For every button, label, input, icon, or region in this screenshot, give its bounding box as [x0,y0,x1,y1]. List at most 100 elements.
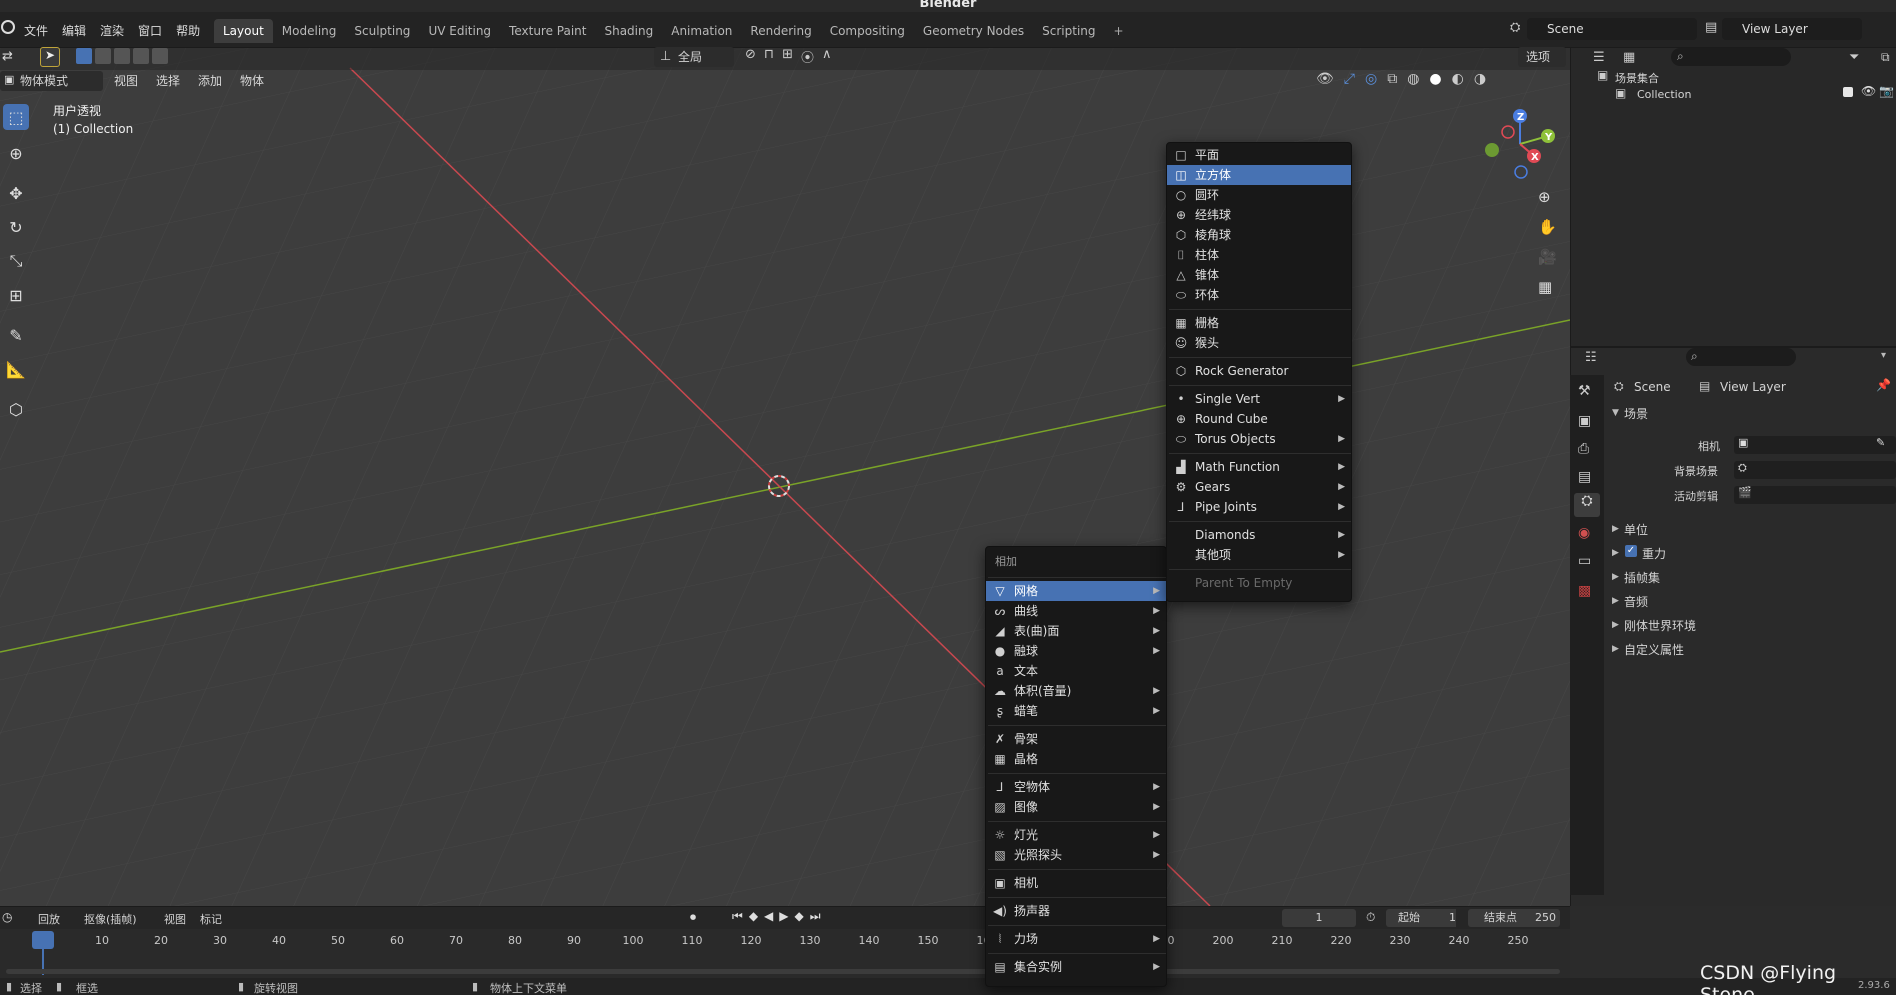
editor-type-icon[interactable]: ⇄ [2,49,26,67]
filter-icon[interactable]: ⏷ [1849,50,1859,65]
menu-item-speaker[interactable]: ◀) 扬声器 [986,901,1166,921]
mesh-item-torus-objects[interactable]: ⬭ Torus Objects ▶ [1167,429,1351,449]
panel-gravity[interactable]: 重力 [1642,545,1666,562]
section-scene-header[interactable]: 场景 [1624,405,1648,422]
active-clip-field[interactable] [1734,486,1896,504]
mesh-item-uv-sphere[interactable]: ⊕ 经纬球 [1167,205,1351,225]
properties-options-icon[interactable]: ▾ [1881,350,1886,361]
tab-modeling[interactable]: Modeling [273,19,346,43]
menu-item-light-probe[interactable]: ▧ 光照探头 ▶ [986,845,1166,865]
marker-menu[interactable]: 标记 [200,911,222,927]
view-layer-selector[interactable]: View Layer [1722,18,1862,40]
menu-object[interactable]: 物体 [240,71,264,91]
menu-file[interactable]: 文件 [24,22,48,39]
preview-range-icon[interactable]: ⏱ [1366,910,1375,925]
snap-target-icon[interactable]: ⊞ [782,47,793,66]
menu-item-volume[interactable]: ☁ 体积(音量) ▶ [986,681,1166,701]
scene-tab-icon[interactable]: ⛭ [1574,493,1600,517]
select-new-icon[interactable] [76,48,92,64]
menu-item-force-field[interactable]: ⦚ 力场 ▶ [986,929,1166,949]
world-tab-icon[interactable]: ◉ [1578,525,1590,541]
mesh-item-round-cube[interactable]: ⊕ Round Cube [1167,409,1351,429]
falloff-icon[interactable]: ∧ [822,47,832,66]
visibility-eye-icon[interactable]: 👁 [1861,84,1876,98]
solid-shading-icon[interactable]: ● [1429,71,1441,87]
jump-end-icon[interactable]: ⏭ [810,909,821,924]
menu-view[interactable]: 视图 [114,71,138,91]
camera-field[interactable] [1734,436,1896,454]
mesh-item-rock-generator[interactable]: ⬡ Rock Generator [1167,361,1351,381]
rigid-body-expand-icon[interactable]: ▶ [1612,620,1619,630]
mesh-item-gears[interactable]: ⚙ Gears ▶ [1167,477,1351,497]
select-box-tool-icon[interactable]: ⬚ [3,104,29,130]
timeline-editor-icon[interactable]: ◷ [2,910,12,924]
options-dropdown[interactable]: 选项 [1518,47,1566,67]
camera-view-icon[interactable]: 🎥 [1538,248,1557,266]
pan-hand-icon[interactable]: ✋ [1538,218,1557,236]
gravity-checkbox[interactable]: ✓ [1625,545,1637,557]
menu-item-lattice[interactable]: ▦ 晶格 [986,749,1166,769]
menu-item-mesh[interactable]: ▽ 网格 ▶ [986,581,1166,601]
menu-item-light[interactable]: ☼ 灯光 ▶ [986,825,1166,845]
tab-compositing[interactable]: Compositing [821,19,914,43]
proportional-edit-icon[interactable]: ⦿ [801,47,814,66]
collection-tab-icon[interactable]: ▭ [1578,553,1591,569]
menu-help[interactable]: 帮助 [176,22,200,39]
mesh-item-cone[interactable]: △ 锥体 [1167,265,1351,285]
timeline-scrollbar[interactable] [6,969,1560,974]
mesh-item-diamonds[interactable]: Diamonds ▶ [1167,525,1351,545]
menu-item-empty[interactable]: ⅃ 空物体 ▶ [986,777,1166,797]
properties-search-input[interactable] [1686,348,1796,366]
menu-item-text[interactable]: a 文本 [986,661,1166,681]
render-camera-icon[interactable]: 📷 [1879,84,1894,98]
mesh-item-grid[interactable]: ▦ 栅格 [1167,313,1351,333]
render-tab-icon[interactable]: ▣ [1578,413,1591,429]
zoom-icon[interactable]: ⊕ [1538,188,1557,206]
view-layer-tab-icon[interactable]: ▤ [1578,469,1591,485]
menu-item-curve[interactable]: ᔕ 曲线 ▶ [986,601,1166,621]
scene-selector[interactable]: Scene [1527,18,1697,40]
menu-window[interactable]: 窗口 [138,22,162,39]
tab-uv-editing[interactable]: UV Editing [419,19,500,43]
menu-edit[interactable]: 编辑 [62,22,86,39]
select-invert-icon[interactable] [133,48,149,64]
record-icon[interactable]: ⏺ [690,910,696,925]
units-expand-icon[interactable]: ▶ [1612,524,1619,534]
select-cursor-icon[interactable]: ➤ [40,47,60,67]
tab-layout[interactable]: Layout [214,19,273,43]
outliner-search-input[interactable] [1671,48,1791,66]
playhead[interactable] [32,931,54,949]
move-tool-icon[interactable]: ✥ [3,180,29,206]
transform-tool-icon[interactable]: ⊞ [3,282,29,308]
mesh-item-pipe-joints[interactable]: ⅃ Pipe Joints ▶ [1167,497,1351,517]
tool-tab-icon[interactable]: ⚒ [1578,383,1591,399]
select-extend-icon[interactable] [95,48,111,64]
tab-shading[interactable]: Shading [595,19,662,43]
texture-tab-icon[interactable]: ▩ [1578,583,1591,599]
output-tab-icon[interactable]: ⎙ [1578,441,1589,457]
collection-label[interactable]: Collection [1637,88,1691,101]
menu-item-collection-instance[interactable]: ▤ 集合实例 ▶ [986,957,1166,977]
menu-select[interactable]: 选择 [156,71,180,91]
new-collection-icon[interactable]: ⧉ [1881,50,1890,65]
mesh-item-monkey[interactable]: ☺ 猴头 [1167,333,1351,353]
panel-keying-sets[interactable]: 插帧集 [1624,569,1660,586]
panel-audio[interactable]: 音频 [1624,593,1648,610]
menu-item-grease-pencil[interactable]: ʂ 蜡笔 ▶ [986,701,1166,721]
navigation-gizmo[interactable]: Z Y X [1478,104,1568,184]
keying-menu[interactable]: 抠像(插帧) [84,911,137,927]
select-intersect-icon[interactable] [152,48,168,64]
tab-animation[interactable]: Animation [662,19,741,43]
properties-editor-icon[interactable]: ☷ [1585,350,1597,365]
tab-sculpting[interactable]: Sculpting [345,19,419,43]
gizmo-toggle-icon[interactable]: ⤢ [1344,71,1355,87]
play-icon[interactable]: ▶ [779,909,788,924]
mesh-item-torus[interactable]: ⬭ 环体 [1167,285,1351,305]
scale-tool-icon[interactable]: ⤡ [3,248,29,274]
end-frame-field[interactable]: 250 [1520,909,1556,927]
outliner-display-mode-icon[interactable]: ☰ [1593,50,1605,65]
mesh-item-cylinder[interactable]: ⌷ 柱体 [1167,245,1351,265]
tab-geometry-nodes[interactable]: Geometry Nodes [914,19,1033,43]
jump-start-icon[interactable]: ⏮ [732,909,743,924]
menu-item-camera[interactable]: ▣ 相机 [986,873,1166,893]
